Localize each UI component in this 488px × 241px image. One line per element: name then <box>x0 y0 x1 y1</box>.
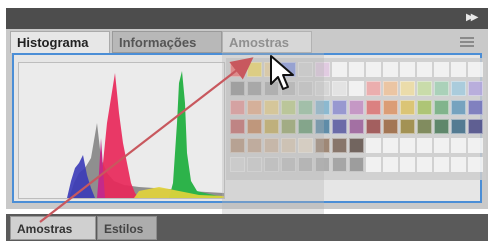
tab-label: Histograma <box>17 35 89 50</box>
swatch[interactable] <box>400 62 415 77</box>
panel-window: ▶▶ Histograma Informações Amostras Amost… <box>0 0 488 241</box>
swatch[interactable] <box>451 157 466 172</box>
swatch[interactable] <box>451 62 466 77</box>
swatch[interactable] <box>468 138 483 153</box>
swatch[interactable] <box>383 100 398 115</box>
swatch[interactable] <box>451 81 466 96</box>
swatch[interactable] <box>366 157 381 172</box>
double-chevron-right-icon[interactable]: ▶▶ <box>466 12 480 24</box>
swatch[interactable] <box>451 138 466 153</box>
swatch[interactable] <box>468 119 483 134</box>
swatch[interactable] <box>366 100 381 115</box>
swatch[interactable] <box>332 81 347 96</box>
swatch[interactable] <box>383 81 398 96</box>
swatch[interactable] <box>468 62 483 77</box>
swatch[interactable] <box>400 81 415 96</box>
swatch[interactable] <box>349 157 364 172</box>
swatch[interactable] <box>417 81 432 96</box>
swatch[interactable] <box>349 119 364 134</box>
swatch[interactable] <box>468 100 483 115</box>
swatch[interactable] <box>366 119 381 134</box>
swatch[interactable] <box>434 62 449 77</box>
panel-title-bar[interactable]: ▶▶ <box>6 8 488 29</box>
dragged-tab-amostras[interactable]: Amostras <box>222 31 312 53</box>
swatch[interactable] <box>400 157 415 172</box>
swatch[interactable] <box>383 62 398 77</box>
swatch[interactable] <box>400 100 415 115</box>
swatch[interactable] <box>332 119 347 134</box>
swatch[interactable] <box>434 100 449 115</box>
tab-amostras[interactable]: Amostras <box>10 216 96 240</box>
tab-label: Amostras <box>17 222 73 236</box>
swatch[interactable] <box>383 138 398 153</box>
histogram-graph <box>67 71 224 198</box>
swatch[interactable] <box>451 100 466 115</box>
swatch[interactable] <box>417 62 432 77</box>
swatch[interactable] <box>434 81 449 96</box>
swatch[interactable] <box>434 157 449 172</box>
swatch[interactable] <box>417 138 432 153</box>
swatch[interactable] <box>468 157 483 172</box>
swatch[interactable] <box>349 100 364 115</box>
swatch[interactable] <box>434 138 449 153</box>
swatch[interactable] <box>349 62 364 77</box>
mouse-pointer-icon <box>270 55 294 90</box>
swatch[interactable] <box>332 62 347 77</box>
histogram-view <box>18 62 225 199</box>
swatch[interactable] <box>417 100 432 115</box>
tab-informacoes[interactable]: Informações <box>112 31 222 53</box>
swatch[interactable] <box>417 119 432 134</box>
tab-label: Amostras <box>229 35 289 50</box>
swatch[interactable] <box>400 119 415 134</box>
tab-label: Estilos <box>104 222 144 236</box>
swatch[interactable] <box>366 81 381 96</box>
panel-menu-icon[interactable] <box>460 37 474 47</box>
swatch[interactable] <box>366 62 381 77</box>
swatch[interactable] <box>366 138 381 153</box>
swatch[interactable] <box>400 138 415 153</box>
swatch[interactable] <box>349 138 364 153</box>
swatch[interactable] <box>332 138 347 153</box>
swatch[interactable] <box>383 157 398 172</box>
swatch[interactable] <box>417 157 432 172</box>
swatch[interactable] <box>383 119 398 134</box>
swatch[interactable] <box>451 119 466 134</box>
swatch[interactable] <box>468 81 483 96</box>
swatch[interactable] <box>332 100 347 115</box>
tab-histograma[interactable]: Histograma <box>10 31 110 53</box>
tab-label: Informações <box>119 35 197 50</box>
swatch[interactable] <box>332 157 347 172</box>
swatch[interactable] <box>349 81 364 96</box>
tab-estilos[interactable]: Estilos <box>97 216 157 240</box>
swatch[interactable] <box>434 119 449 134</box>
